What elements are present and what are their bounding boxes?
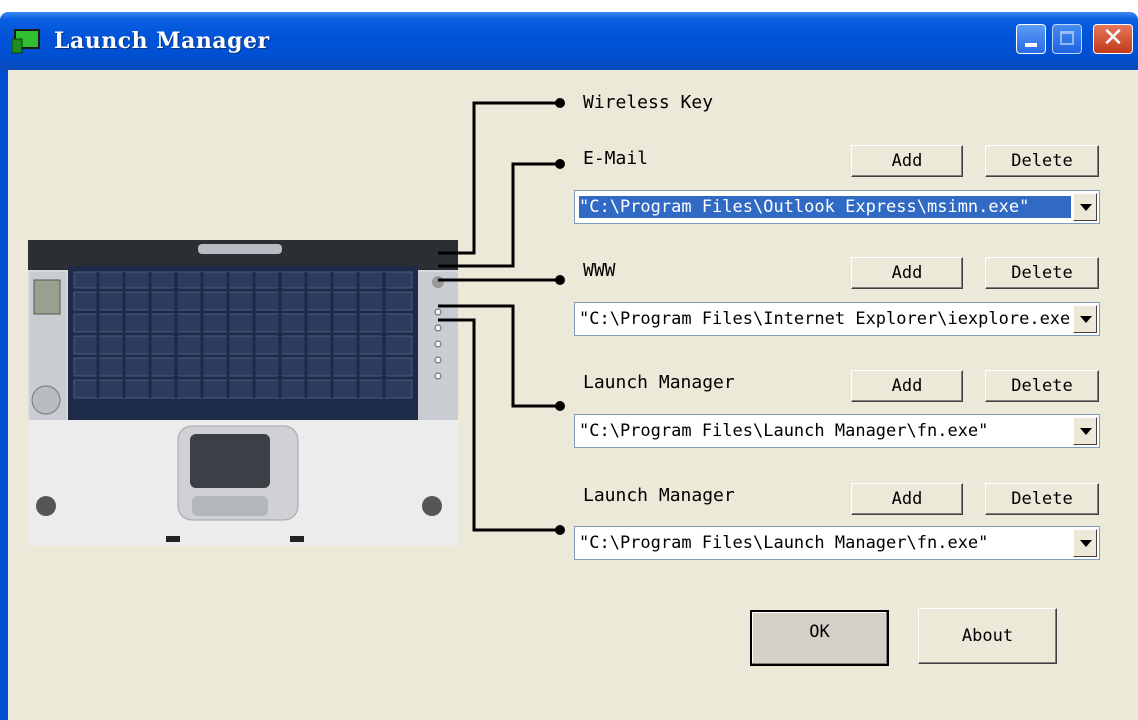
- chevron-down-icon[interactable]: [1073, 529, 1097, 557]
- maximize-icon: [1060, 31, 1074, 45]
- email-path-combo[interactable]: "C:\Program Files\Outlook Express\msimn.…: [574, 190, 1100, 224]
- ok-button[interactable]: OK: [750, 610, 889, 666]
- chevron-down-icon[interactable]: [1073, 305, 1097, 333]
- launch-manager-1-label: Launch Manager: [583, 372, 735, 393]
- launch-manager-1-path-value: "C:\Program Files\Launch Manager\fn.exe": [579, 421, 989, 441]
- chevron-down-icon[interactable]: [1073, 417, 1097, 445]
- email-delete-button[interactable]: Delete: [985, 145, 1099, 177]
- dialog-body: Wireless Key E-Mail Add Delete "C:\Progr…: [8, 70, 1138, 720]
- launch-manager-1-add-button[interactable]: Add: [851, 370, 963, 402]
- close-button[interactable]: ✕: [1093, 23, 1133, 54]
- launch-manager-2-path-value: "C:\Program Files\Launch Manager\fn.exe": [579, 533, 989, 553]
- window-title: Launch Manager: [54, 28, 270, 54]
- www-add-button[interactable]: Add: [851, 257, 963, 289]
- www-path-value: "C:\Program Files\Internet Explorer\iexp…: [579, 309, 1071, 329]
- www-path-combo[interactable]: "C:\Program Files\Internet Explorer\iexp…: [574, 302, 1100, 336]
- launch-manager-2-add-button[interactable]: Add: [851, 483, 963, 515]
- close-icon: ✕: [1102, 23, 1124, 53]
- email-add-button[interactable]: Add: [851, 145, 963, 177]
- maximize-button[interactable]: [1052, 24, 1082, 54]
- www-delete-button[interactable]: Delete: [985, 257, 1099, 289]
- launch-manager-2-label: Launch Manager: [583, 485, 735, 506]
- www-key-label: WWW: [583, 260, 616, 281]
- email-path-value: "C:\Program Files\Outlook Express\msimn.…: [579, 196, 1071, 218]
- window-frame: [0, 70, 8, 720]
- launch-manager-app-icon: [12, 29, 40, 54]
- about-button[interactable]: About: [918, 608, 1057, 664]
- launch-manager-2-delete-button[interactable]: Delete: [985, 483, 1099, 515]
- minimize-icon: [1025, 43, 1037, 47]
- wireless-key-label: Wireless Key: [583, 92, 714, 113]
- launch-manager-window: Launch Manager ✕ Wireless Key E-Mail Add…: [0, 12, 1138, 720]
- launch-manager-2-path-combo[interactable]: "C:\Program Files\Launch Manager\fn.exe": [574, 526, 1100, 560]
- minimize-button[interactable]: [1016, 24, 1046, 54]
- title-bar[interactable]: Launch Manager ✕: [0, 12, 1138, 70]
- launch-manager-1-delete-button[interactable]: Delete: [985, 370, 1099, 402]
- email-key-label: E-Mail: [583, 148, 649, 169]
- chevron-down-icon[interactable]: [1073, 193, 1097, 221]
- launch-manager-1-path-combo[interactable]: "C:\Program Files\Launch Manager\fn.exe": [574, 414, 1100, 448]
